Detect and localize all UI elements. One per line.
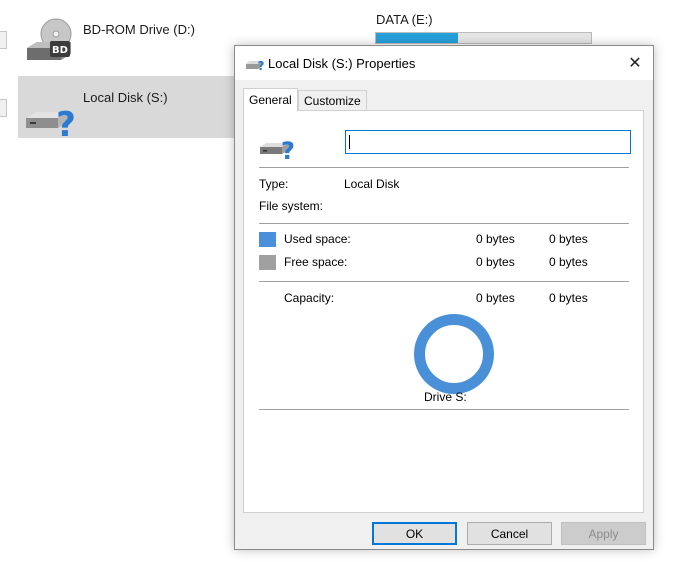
disk-usage-donut: [414, 314, 494, 394]
drive-name-bd-rom: BD-ROM Drive (D:): [83, 22, 195, 37]
type-value: Local Disk: [344, 177, 400, 191]
svg-text:BD: BD: [52, 45, 68, 56]
used-space-label: Used space:: [284, 232, 351, 246]
unknown-disk-icon: ?: [26, 105, 76, 138]
capacity-size: 0 bytes: [549, 291, 588, 305]
free-space-label: Free space:: [284, 255, 348, 269]
ok-button-label: OK: [405, 526, 424, 541]
general-tab-panel: ? Type: Local Disk File system: Used spa…: [243, 110, 644, 513]
drive-letter-label: Drive S:: [424, 390, 467, 404]
drive-name-data-e[interactable]: DATA (E:): [376, 12, 433, 27]
cancel-button-label: Cancel: [490, 526, 529, 541]
used-space-size: 0 bytes: [549, 232, 588, 246]
unknown-disk-icon: ?: [260, 137, 295, 161]
separator: [259, 281, 629, 282]
drive-name-local-disk-s: Local Disk (S:): [83, 90, 168, 105]
volume-label-input[interactable]: [345, 130, 631, 154]
close-button[interactable]: ✕: [623, 51, 647, 75]
dialog-titlebar[interactable]: ? Local Disk (S:) Properties ✕: [235, 46, 653, 80]
drive-usage-fill: [376, 33, 458, 43]
apply-button[interactable]: Apply: [561, 522, 646, 545]
separator: [259, 167, 629, 168]
svg-text:?: ?: [281, 137, 295, 161]
filesystem-label: File system:: [259, 199, 324, 213]
tab-customize-label: Customize: [304, 93, 361, 108]
tab-general-label: General: [249, 93, 292, 107]
ok-button[interactable]: OK: [372, 522, 457, 545]
capacity-bytes: 0 bytes: [476, 291, 515, 305]
svg-text:?: ?: [258, 59, 265, 72]
free-space-size: 0 bytes: [549, 255, 588, 269]
free-space-bytes: 0 bytes: [476, 255, 515, 269]
close-icon: ✕: [628, 55, 642, 72]
apply-button-label: Apply: [588, 526, 619, 541]
drive-title-icon: ?: [246, 59, 265, 72]
properties-dialog: ? Local Disk (S:) Properties ✕ General C…: [234, 45, 654, 550]
drive-usage-bar-data-e: [375, 32, 592, 44]
left-edge-stub: [0, 99, 7, 117]
drive-tile-bd-rom[interactable]: BD BD-ROM Drive (D:): [18, 8, 233, 70]
left-edge-stub: [0, 31, 7, 49]
type-label: Type:: [259, 177, 289, 191]
tab-general[interactable]: General: [243, 88, 298, 111]
used-space-swatch: [259, 232, 276, 247]
dialog-title: Local Disk (S:) Properties: [268, 56, 416, 71]
capacity-label: Capacity:: [284, 291, 335, 305]
separator: [259, 223, 629, 224]
bd-rom-drive-icon: BD: [27, 18, 72, 60]
used-space-bytes: 0 bytes: [476, 232, 515, 246]
drive-tile-local-disk-s[interactable]: ? Local Disk (S:): [18, 76, 234, 138]
separator: [259, 409, 629, 410]
tab-customize[interactable]: Customize: [298, 90, 367, 110]
cancel-button[interactable]: Cancel: [467, 522, 552, 545]
free-space-swatch: [259, 255, 276, 270]
text-cursor: [349, 135, 350, 149]
svg-text:?: ?: [56, 105, 76, 138]
